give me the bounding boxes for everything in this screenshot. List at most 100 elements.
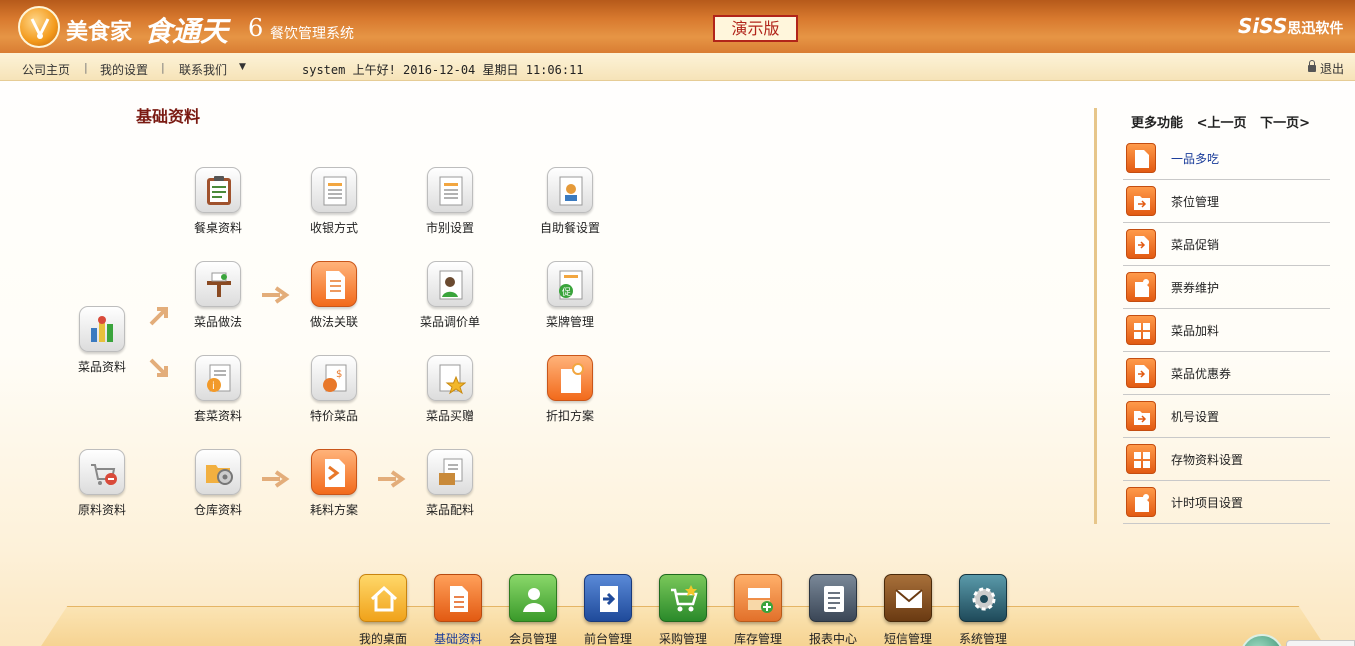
tile-label: 餐桌资料 [193, 221, 242, 235]
folder-arrow-icon [1126, 186, 1156, 216]
gear-document-icon [1126, 487, 1156, 517]
document-icon [1126, 143, 1156, 173]
more-item-add-ingredient[interactable]: 菜品加料 [1123, 309, 1330, 352]
cart-icon [659, 574, 707, 622]
tile-market-setting[interactable]: 市别设置 [412, 167, 488, 236]
tile-label: 菜品资料 [77, 360, 126, 374]
brand-logo-icon [18, 6, 60, 48]
dock-member[interactable]: 会员管理 [502, 574, 564, 646]
price-tag-icon: $ [311, 355, 357, 401]
home-icon [359, 574, 407, 622]
more-functions-panel: 更多功能 <上一页 下一页> 一品多吃 茶位管理 菜品促销 票券维护 菜品加料 … [1094, 108, 1334, 524]
table-icon [195, 261, 241, 307]
document-list-icon [311, 167, 357, 213]
tile-warehouse[interactable]: 仓库资料 [180, 449, 256, 518]
dock-label: 报表中心 [808, 632, 857, 646]
tile-dish-ingredient[interactable]: 菜品配料 [412, 449, 488, 518]
folder-gear-icon [195, 449, 241, 495]
more-item-storage[interactable]: 存物资料设置 [1123, 438, 1330, 481]
brand-subtitle: 餐饮管理系统 [270, 26, 354, 42]
svg-text:促: 促 [562, 286, 571, 298]
tile-buffet-setting[interactable]: 自助餐设置 [532, 167, 608, 236]
more-item-label: 菜品促销 [1171, 238, 1220, 252]
nav-contact-link[interactable]: 联系我们 [179, 61, 227, 78]
tile-label: 菜品做法 [193, 315, 242, 329]
top-nav-bar: 公司主页 | 我的设置 | 联系我们 ▼ system 上午好! 2016-12… [0, 53, 1355, 81]
vendor-cn-name: 思迅软件 [1287, 21, 1344, 37]
logout-label: 退出 [1320, 62, 1345, 76]
logout-button[interactable]: 退出 [1308, 60, 1344, 77]
tile-price-adjust[interactable]: 菜品调价单 [412, 261, 488, 330]
inventory-icon [734, 574, 782, 622]
lock-icon [1308, 60, 1316, 72]
tile-label: 市别设置 [425, 221, 474, 235]
next-page-link[interactable]: 下一页> [1260, 116, 1310, 131]
tile-dish-info[interactable]: 菜品资料 [64, 306, 140, 375]
dock-label: 前台管理 [583, 632, 632, 646]
dock-purchase[interactable]: 采购管理 [652, 574, 714, 646]
dock-label: 短信管理 [883, 632, 932, 646]
chevron-down-icon[interactable]: ▼ [239, 62, 246, 72]
dock-basic-data[interactable]: 基础资料 [427, 574, 489, 646]
dock-label: 库存管理 [733, 632, 782, 646]
bar-chart-icon [79, 306, 125, 352]
document-icon [434, 574, 482, 622]
tile-label: 原料资料 [77, 503, 126, 517]
tile-menu-card[interactable]: 促 菜牌管理 [532, 261, 608, 330]
gear-document-icon [1126, 272, 1156, 302]
nav-home-link[interactable]: 公司主页 [22, 61, 70, 78]
demo-badge: 演示版 [713, 15, 798, 42]
dock-desktop[interactable]: 我的桌面 [352, 574, 414, 646]
app-header: 美食家 食通天 6 餐饮管理系统 演示版 SiSS思迅软件 [0, 0, 1355, 53]
export-document-icon [1126, 358, 1156, 388]
tile-label: 特价菜品 [309, 409, 358, 423]
more-item-promotion[interactable]: 菜品促销 [1123, 223, 1330, 266]
tile-label: 菜牌管理 [545, 315, 594, 329]
dock-front-desk[interactable]: 前台管理 [577, 574, 639, 646]
tile-table-info[interactable]: 餐桌资料 [180, 167, 256, 236]
grid-icon [1126, 315, 1156, 345]
brand-product: 食通天 [144, 15, 229, 48]
tile-dish-gift[interactable]: 菜品买赠 [412, 355, 488, 424]
tile-method-link[interactable]: 做法关联 [296, 261, 372, 330]
tile-label: 菜品买赠 [425, 409, 474, 423]
export-document-icon [1126, 229, 1156, 259]
more-item-coupon[interactable]: 菜品优惠券 [1123, 352, 1330, 395]
more-item-label: 菜品加料 [1171, 324, 1220, 338]
tile-consumption-plan[interactable]: 耗料方案 [296, 449, 372, 518]
tile-set-meal[interactable]: i 套菜资料 [180, 355, 256, 424]
more-item-timer[interactable]: 计时项目设置 [1123, 481, 1330, 524]
tile-raw-material[interactable]: 原料资料 [64, 449, 140, 518]
brand-main: 美食家 [66, 19, 133, 45]
gear-icon [959, 574, 1007, 622]
status-text: system 上午好! 2016-12-04 星期日 11:06:11 [302, 63, 584, 77]
dock-label: 基础资料 [433, 632, 482, 646]
user-icon [509, 574, 557, 622]
more-item-voucher[interactable]: 票券维护 [1123, 266, 1330, 309]
more-item-label: 菜品优惠券 [1171, 367, 1232, 381]
nav-settings-link[interactable]: 我的设置 [100, 61, 148, 78]
arrow-right-icon [262, 286, 290, 304]
dock-inventory[interactable]: 库存管理 [727, 574, 789, 646]
prev-page-link[interactable]: <上一页 [1197, 116, 1247, 131]
dock-system[interactable]: 系统管理 [952, 574, 1014, 646]
tile-special-dish[interactable]: $ 特价菜品 [296, 355, 372, 424]
more-functions-title: 更多功能 [1131, 116, 1184, 131]
promo-icon: 促 [547, 261, 593, 307]
tile-discount-plan[interactable]: 折扣方案 [532, 355, 608, 424]
more-item-one-dish-multi[interactable]: 一品多吃 [1123, 137, 1330, 180]
cart-icon [79, 449, 125, 495]
tile-dish-method[interactable]: 菜品做法 [180, 261, 256, 330]
tile-payment-method[interactable]: 收银方式 [296, 167, 372, 236]
vendor-name: SiSS [1238, 14, 1288, 38]
more-item-label: 一品多吃 [1171, 152, 1220, 166]
tile-label: 折扣方案 [545, 409, 594, 423]
more-item-tea-seat[interactable]: 茶位管理 [1123, 180, 1330, 223]
user-document-icon [427, 261, 473, 307]
more-item-label: 票券维护 [1171, 281, 1220, 295]
more-item-machine-no[interactable]: 机号设置 [1123, 395, 1330, 438]
dock-report[interactable]: 报表中心 [802, 574, 864, 646]
dock-sms[interactable]: 短信管理 [877, 574, 939, 646]
report-icon [809, 574, 857, 622]
folder-arrow-icon [1126, 401, 1156, 431]
